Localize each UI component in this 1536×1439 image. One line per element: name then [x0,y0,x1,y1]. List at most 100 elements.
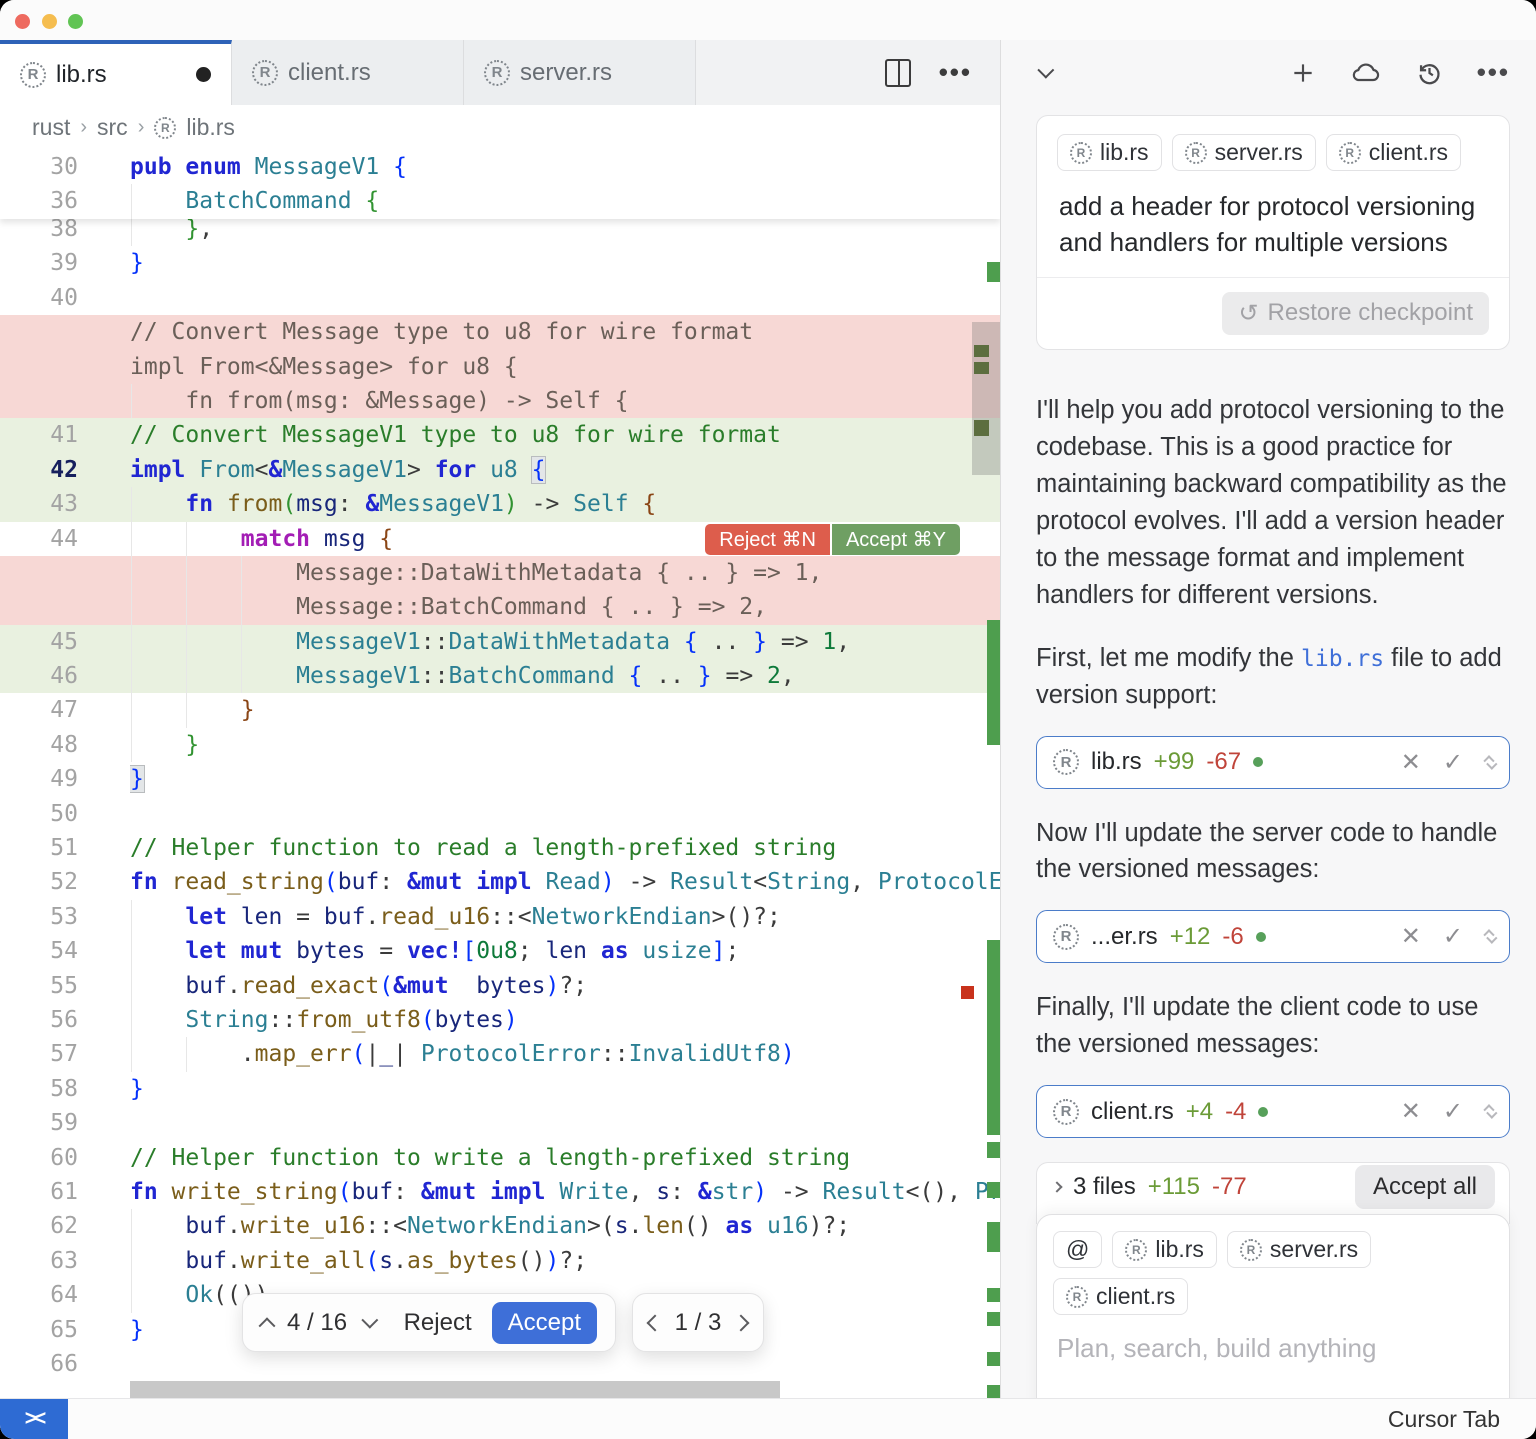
reject-file-icon[interactable]: ✕ [1401,922,1421,951]
breadcrumb-item[interactable]: rust [32,114,70,141]
code-line-46[interactable]: 46 MessageV1::BatchCommand { .. } => 2, [0,659,1000,693]
reject-file-icon[interactable]: ✕ [1401,748,1421,777]
overview-ruler[interactable] [972,150,1000,1398]
reject-button[interactable]: Reject [404,1309,472,1337]
history-icon[interactable] [1416,59,1443,86]
breadcrumb-item[interactable]: src [97,114,128,141]
prev-diff-icon[interactable] [259,1317,276,1334]
code-line-40[interactable]: 40 [0,281,1000,315]
file-chip-lib-rs[interactable]: Rlib.rs [1057,134,1162,171]
cursor-tab-status[interactable]: Cursor Tab [1388,1406,1536,1433]
line-number: 51 [0,831,78,865]
cloud-icon[interactable] [1350,61,1382,85]
code-line-63[interactable]: 63 buf.write_all(s.as_bytes())?; [0,1244,1000,1278]
file-chip-client-rs[interactable]: Rclient.rs [1326,134,1461,171]
diff-navigation-toolbar: 4 / 16 Reject Accept [242,1293,616,1352]
breadcrumb[interactable]: rust › src › R lib.rs [0,105,1000,150]
code-line-42[interactable]: 42impl From<&MessageV1> for u8 { [0,453,1000,487]
close-window-button[interactable] [15,14,30,29]
code-line-51[interactable]: 51// Helper function to read a length-pr… [0,831,1000,865]
code-line-49[interactable]: 49} [0,762,1000,796]
code-line-41[interactable]: 41// Convert MessageV1 type to u8 for wi… [0,418,1000,452]
file-name: ...er.rs [1091,923,1158,951]
code-line-50[interactable]: 50 [0,797,1000,831]
code-line-54[interactable]: 54 let mut bytes = vec![0u8; len as usiz… [0,934,1000,968]
code-line-58[interactable]: 58} [0,1072,1000,1106]
file-diff-card-server-rs[interactable]: R ...er.rs +12 -6 ✕ ✓ [1036,910,1510,963]
code-line-60[interactable]: 60// Helper function to write a length-p… [0,1141,1000,1175]
line-number: 43 [0,487,78,521]
diff-marker [987,1182,1000,1198]
breadcrumb-file[interactable]: lib.rs [186,114,235,141]
selected-line[interactable] [0,1381,1000,1398]
code-line-36[interactable]: 36 BatchCommand { [0,184,1000,218]
code-line-59[interactable]: 59 [0,1106,1000,1140]
chat-scroll-area[interactable]: Rlib.rsRserver.rsRclient.rs add a header… [1001,105,1536,1398]
code-line-45[interactable]: 45 MessageV1::DataWithMetadata { .. } =>… [0,625,1000,659]
code-line-30[interactable]: 30pub enum MessageV1 { [0,150,1000,184]
new-chat-icon[interactable] [1290,60,1316,86]
code-line-62[interactable]: 62 buf.write_u16::<NetworkEndian>(s.len(… [0,1209,1000,1243]
file-chip-server-rs[interactable]: Rserver.rs [1227,1231,1371,1268]
chat-more-actions-icon[interactable]: ••• [1477,57,1510,88]
code-line-57[interactable]: 57 .map_err(|_| ProtocolError::InvalidUt… [0,1037,1000,1071]
code-line-52[interactable]: 52fn read_string(buf: &mut impl Read) ->… [0,865,1000,899]
rust-file-icon: R [20,62,46,88]
indent-guide [131,1209,132,1243]
remote-indicator[interactable]: >< [0,1399,68,1439]
file-chip-server-rs[interactable]: Rserver.rs [1172,134,1316,171]
expand-file-icon[interactable] [1485,928,1493,945]
prev-file-icon[interactable] [646,1314,663,1331]
tab-server-rs[interactable]: R server.rs [464,40,696,105]
file-chip-client-rs[interactable]: Rclient.rs [1053,1278,1188,1315]
restore-checkpoint-button[interactable]: ↺ Restore checkpoint [1222,292,1489,335]
code-line-66[interactable]: 66 [0,1347,1000,1381]
code-line[interactable]: // Convert Message type to u8 for wire f… [0,315,1000,349]
expand-file-icon[interactable] [1485,754,1493,771]
accept-button[interactable]: Accept [492,1302,597,1344]
add-context-button[interactable]: @ [1053,1231,1102,1268]
chevron-down-icon[interactable] [1037,61,1054,78]
accept-file-icon[interactable]: ✓ [1443,748,1463,777]
reject-file-icon[interactable]: ✕ [1401,1097,1421,1126]
sticky-scroll[interactable]: 30pub enum MessageV1 {36 BatchCommand { [0,150,1000,219]
tab-lib-rs[interactable]: R lib.rs [0,40,232,105]
accept-file-icon[interactable]: ✓ [1443,1097,1463,1126]
minimize-window-button[interactable] [42,14,57,29]
code-line-56[interactable]: 56 String::from_utf8(bytes) [0,1003,1000,1037]
code-text [130,1347,1000,1381]
code-line-39[interactable]: 39} [0,246,1000,280]
accept-diff-button[interactable]: Accept ⌘Y [832,524,960,555]
tab-client-rs[interactable]: R client.rs [232,40,464,105]
code-line[interactable]: fn from(msg: &Message) -> Self { [0,384,1000,418]
next-file-icon[interactable] [733,1314,750,1331]
code-line-53[interactable]: 53 let len = buf.read_u16::<NetworkEndia… [0,900,1000,934]
inline-diff-actions: Reject ⌘N Accept ⌘Y [705,524,960,555]
code-line-48[interactable]: 48 } [0,728,1000,762]
expand-summary-icon[interactable] [1051,1181,1062,1192]
inline-code[interactable]: lib.rs [1301,646,1384,672]
diff-marker [987,1312,1000,1326]
accept-file-icon[interactable]: ✓ [1443,922,1463,951]
code-line-43[interactable]: 43 fn from(msg: &MessageV1) -> Self { [0,487,1000,521]
file-chip-lib-rs[interactable]: Rlib.rs [1112,1231,1217,1268]
code-line-61[interactable]: 61fn write_string(buf: &mut impl Write, … [0,1175,1000,1209]
file-diff-card-client-rs[interactable]: R client.rs +4 -4 ✕ ✓ [1036,1085,1510,1138]
code-editor[interactable]: 38 },39}40// Convert Message type to u8 … [0,150,1000,1398]
next-diff-icon[interactable] [361,1311,378,1328]
expand-file-icon[interactable] [1485,1103,1493,1120]
code-line[interactable]: Message::BatchCommand { .. } => 2, [0,590,1000,624]
zoom-window-button[interactable] [68,14,83,29]
accept-all-button[interactable]: Accept all [1355,1165,1495,1209]
code-line-55[interactable]: 55 buf.read_exact(&mut bytes)?; [0,969,1000,1003]
chat-input-card[interactable]: @ Rlib.rs Rserver.rs Rclient.rs Plan, searc… [1036,1214,1510,1398]
chat-input[interactable]: Plan, search, build anything [1057,1333,1489,1364]
reject-diff-button[interactable]: Reject ⌘N [705,524,830,555]
modified-dot-icon[interactable] [196,67,211,82]
editor-more-actions-icon[interactable]: ••• [939,57,972,88]
code-line-47[interactable]: 47 } [0,693,1000,727]
code-line[interactable]: Message::DataWithMetadata { .. } => 1, [0,556,1000,590]
split-editor-icon[interactable] [885,59,911,87]
file-diff-card-lib-rs[interactable]: R lib.rs +99 -67 ✕ ✓ [1036,736,1510,789]
code-line[interactable]: impl From<&Message> for u8 { [0,350,1000,384]
